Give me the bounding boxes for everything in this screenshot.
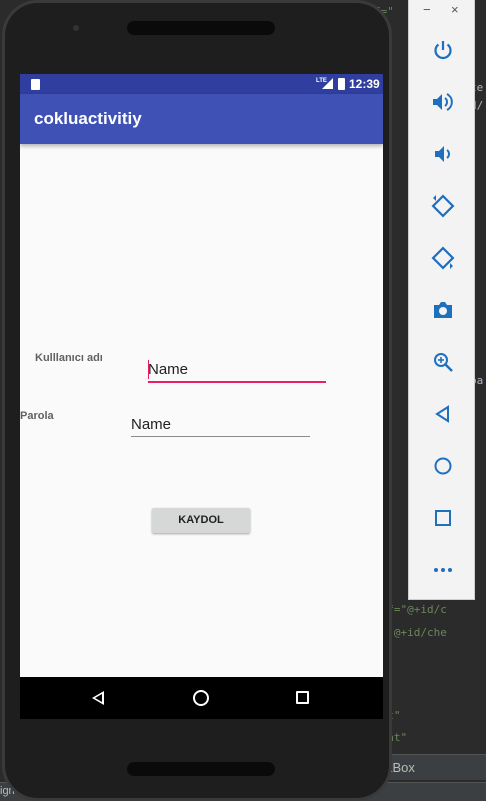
camera-icon[interactable] [409, 290, 476, 330]
nav-home-icon[interactable] [193, 690, 209, 706]
emulator-toolbar: − × [408, 0, 475, 600]
home-icon[interactable] [409, 446, 476, 486]
overview-icon[interactable] [409, 498, 476, 538]
device-screen: LTE 12:39 cokluactivitiy Kulllanıcı adı … [20, 74, 383, 719]
emulator-device-frame: LTE 12:39 cokluactivitiy Kulllanıcı adı … [2, 0, 392, 801]
battery-icon [338, 78, 345, 90]
android-status-bar: LTE 12:39 [20, 74, 383, 94]
minimize-button[interactable]: − [423, 2, 431, 17]
close-button[interactable]: × [451, 2, 459, 17]
signal-icon [322, 78, 333, 89]
username-input-underline [148, 381, 326, 383]
kaydol-button[interactable]: KAYDOL [152, 508, 250, 533]
nav-recents-icon[interactable] [296, 691, 309, 704]
bottom-speaker [127, 762, 275, 776]
app-title: cokluactivitiy [34, 109, 142, 128]
front-camera [73, 25, 79, 31]
power-icon[interactable] [409, 30, 476, 70]
volume-down-icon[interactable] [409, 134, 476, 174]
zoom-icon[interactable] [409, 342, 476, 382]
back-icon[interactable] [409, 394, 476, 434]
sd-card-icon [31, 79, 40, 90]
volume-up-icon[interactable] [409, 82, 476, 122]
more-icon[interactable] [409, 550, 476, 590]
nav-back-icon-inner [95, 694, 102, 702]
status-time: 12:39 [349, 77, 380, 91]
password-label: Parola [20, 410, 54, 422]
android-navigation-bar [20, 677, 383, 719]
top-speaker [127, 21, 275, 35]
username-input[interactable]: Name [148, 361, 188, 378]
rotate-left-icon[interactable] [409, 186, 476, 226]
app-bar: cokluactivitiy [20, 94, 383, 144]
password-input-underline [131, 436, 310, 437]
password-input[interactable]: Name [131, 416, 171, 433]
username-label: Kulllanıcı adı [35, 352, 103, 364]
rotate-right-icon[interactable] [409, 238, 476, 278]
